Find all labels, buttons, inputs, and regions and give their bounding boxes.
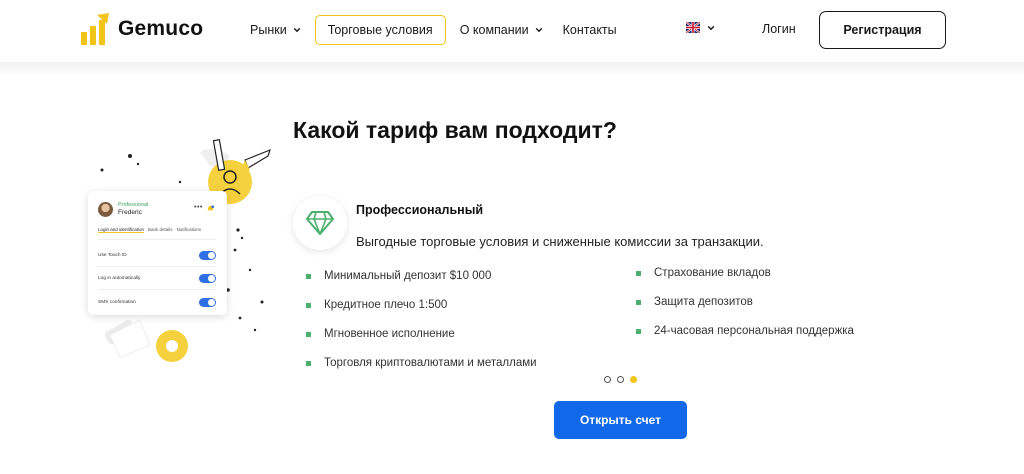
card-tab: Login and identification <box>98 227 145 233</box>
avatar <box>98 202 113 217</box>
nav-item-label: Контакты <box>562 23 617 37</box>
plan-description: Выгодные торговые условия и сниженные ко… <box>356 234 764 249</box>
plan-name: Профессиональный <box>356 203 484 217</box>
card-username: Frederic <box>118 209 142 216</box>
card-setting-row: SMS confirmation <box>98 295 216 309</box>
feature-text: Защита депозитов <box>654 296 753 308</box>
plan-icon-badge <box>293 196 347 250</box>
nav-item-trading-conditions[interactable]: Торговые условия <box>314 15 446 45</box>
open-account-button[interactable]: Открыть счет <box>554 401 687 439</box>
bullet-icon <box>636 299 641 305</box>
card-tabs: Login and identification Bank details No… <box>98 227 201 233</box>
plan-header: Профессиональный Выгодные торговые услов… <box>293 196 853 266</box>
page-title: Какой тариф вам подходит? <box>293 117 617 143</box>
feature-text: Кредитное плечо 1:500 <box>324 299 448 311</box>
divider <box>98 266 216 267</box>
bullet-icon <box>306 360 311 366</box>
list-item: Минимальный депозит $10 000 <box>306 270 491 282</box>
site-header: Gemuco Рынки Торговые условия О компании… <box>0 0 1024 62</box>
toggle-switch <box>199 273 216 283</box>
card-setting-row: Use Touch ID <box>98 248 216 262</box>
chevron-down-icon <box>535 27 542 33</box>
chevron-down-icon <box>707 25 715 30</box>
feature-text: 24-часовая персональная поддержка <box>654 325 854 337</box>
list-item: Страхование вкладов <box>636 267 771 279</box>
feature-text: Страхование вкладов <box>654 267 771 279</box>
card-tab: Bank details <box>148 227 173 232</box>
feature-text: Минимальный депозит $10 000 <box>324 270 492 282</box>
bullet-icon <box>306 273 311 279</box>
toggle-switch <box>199 250 216 260</box>
bullet-icon <box>306 302 311 308</box>
register-button[interactable]: Регистрация <box>819 11 946 49</box>
uk-flag-icon <box>686 22 700 33</box>
carousel-dots <box>604 376 637 383</box>
card-role: Professional <box>118 202 149 208</box>
card-tab: Notifications <box>176 227 202 232</box>
nav-item-about[interactable]: О компании <box>450 15 553 45</box>
main-nav: Рынки Торговые условия О компании Контак… <box>240 15 627 45</box>
logo[interactable]: Gemuco <box>80 12 203 46</box>
carousel-dot-3[interactable] <box>630 376 637 383</box>
nav-item-contacts[interactable]: Контакты <box>553 15 627 45</box>
carousel-dot-1[interactable] <box>604 376 611 383</box>
carousel-dot-2[interactable] <box>617 376 624 383</box>
list-item: Кредитное плечо 1:500 <box>306 299 447 311</box>
settings-card-illustration: Professional Frederic ••• Login and iden… <box>88 191 227 315</box>
nav-item-label: Рынки <box>250 23 287 37</box>
logo-bars-icon <box>81 13 109 45</box>
nav-item-markets[interactable]: Рынки <box>240 15 311 45</box>
bullet-icon <box>306 331 311 337</box>
list-item: Торговля криптовалютами и металлами <box>306 357 537 369</box>
divider <box>98 239 216 240</box>
feature-text: Торговля криптовалютами и металлами <box>324 357 537 369</box>
list-item: 24-часовая персональная поддержка <box>636 325 854 337</box>
bullet-icon <box>636 328 641 334</box>
chevron-down-icon <box>293 27 300 33</box>
nav-item-label: О компании <box>459 23 529 37</box>
nav-item-label: Торговые условия <box>327 23 433 37</box>
bullet-icon <box>636 270 641 276</box>
diamond-icon <box>306 211 334 235</box>
login-link[interactable]: Логин <box>762 22 796 36</box>
language-selector[interactable] <box>686 22 715 33</box>
feature-text: Мгновенное исполнение <box>324 328 455 340</box>
header-divider <box>0 62 1024 76</box>
divider <box>98 289 216 290</box>
more-icon: ••• <box>194 204 203 211</box>
setting-label: Use Touch ID <box>98 252 127 258</box>
bell-icon <box>207 205 215 211</box>
list-item: Мгновенное исполнение <box>306 328 455 340</box>
setting-label: SMS confirmation <box>98 299 136 305</box>
card-setting-row: Log in automatically <box>98 271 216 285</box>
logo-text: Gemuco <box>118 17 204 40</box>
list-item: Защита депозитов <box>636 296 753 308</box>
toggle-switch <box>199 297 216 307</box>
setting-label: Log in automatically <box>98 275 141 281</box>
